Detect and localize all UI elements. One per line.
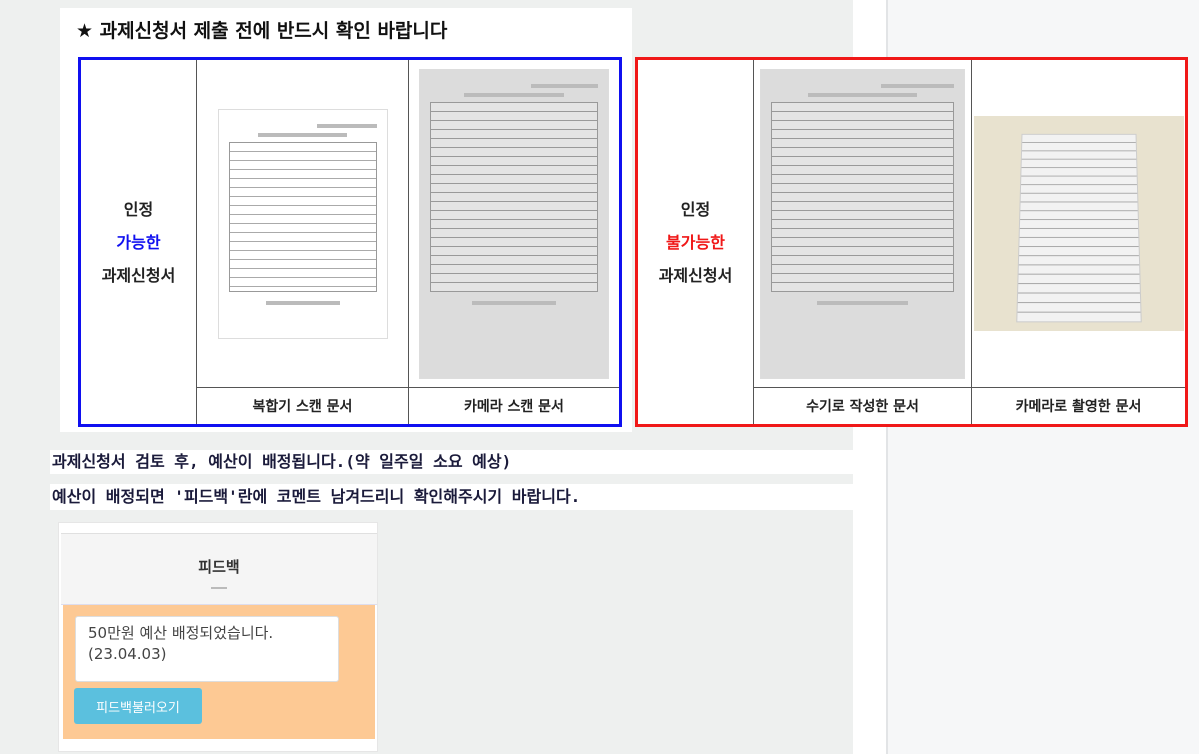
feedback-header: 피드백	[61, 533, 377, 605]
caption-scanner: 복합기 스캔 문서	[197, 388, 409, 424]
label-top: 인정	[680, 199, 711, 219]
divider	[211, 587, 227, 589]
load-feedback-button[interactable]: 피드백불러오기	[74, 688, 202, 724]
label-bottom: 과제신청서	[101, 265, 176, 285]
camera-scan-doc-image	[409, 60, 619, 388]
feedback-textarea[interactable]: 50만원 예산 배정되었습니다. (23.04.03)	[75, 616, 339, 682]
note-review: 과제신청서 검토 후, 예산이 배정됩니다.(약 일주일 소요 예상)	[50, 450, 853, 474]
accepted-label: 인정 가능한 과제신청서	[81, 60, 197, 424]
caption-handwritten: 수기로 작성한 문서	[754, 388, 972, 424]
feedback-panel: 피드백 50만원 예산 배정되었습니다. (23.04.03) 피드백불러오기	[58, 522, 378, 752]
label-rejected: 불가능한	[666, 232, 725, 252]
feedback-body: 50만원 예산 배정되었습니다. (23.04.03) 피드백불러오기	[63, 605, 375, 739]
label-bottom: 과제신청서	[658, 265, 733, 285]
rejected-examples-box: 인정 불가능한 과제신청서 수기로 작성한 문서 카메라로 촬영한 문서	[635, 57, 1188, 427]
notice-title: ★ 과제신청서 제출 전에 반드시 확인 바랍니다	[76, 20, 448, 42]
scanner-doc-image	[197, 60, 409, 388]
caption-camera-scan: 카메라 스캔 문서	[464, 399, 564, 415]
handwritten-doc-image	[754, 60, 972, 388]
label-accepted: 가능한	[116, 232, 161, 252]
rejected-label: 인정 불가능한 과제신청서	[638, 60, 754, 424]
label-top: 인정	[123, 199, 154, 219]
caption-camera-photo: 카메라로 촬영한 문서	[1015, 399, 1142, 415]
note-feedback: 예산이 배정되면 '피드백'란에 코멘트 남겨드리니 확인해주시기 바랍니다.	[50, 484, 853, 510]
camera-photo-doc-image	[972, 60, 1185, 388]
feedback-title: 피드백	[198, 558, 240, 576]
accepted-examples-box: 인정 가능한 과제신청서 복합기 스캔 문서 카메라 스캔 문서	[78, 57, 622, 427]
